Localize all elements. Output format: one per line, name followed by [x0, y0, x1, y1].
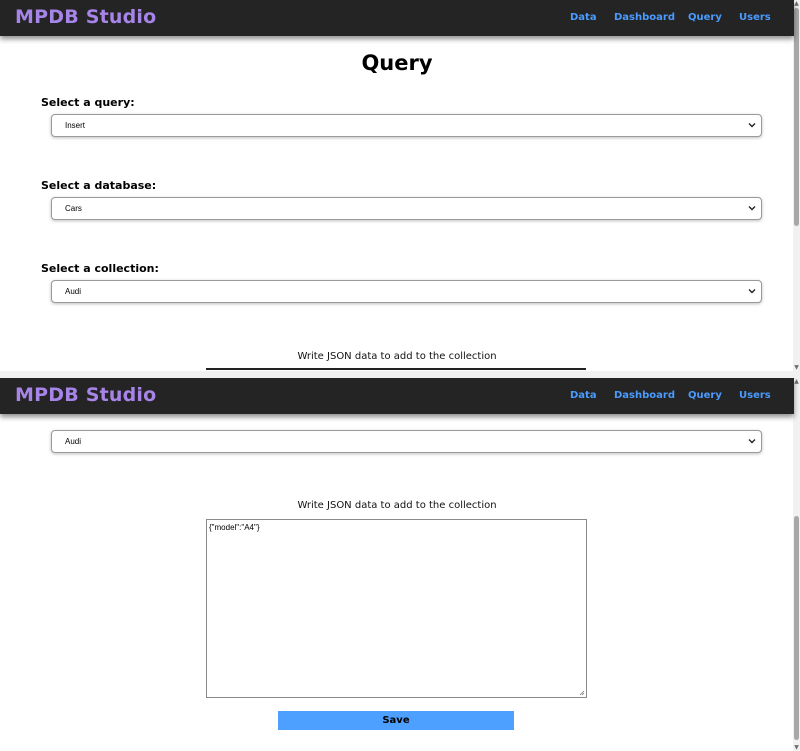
- scroll-down-icon[interactable]: ▼: [793, 364, 800, 371]
- collection-select-value: Audi: [65, 287, 82, 296]
- nav-link-dashboard[interactable]: Dashboard: [614, 12, 675, 23]
- chevron-down-icon: [748, 123, 756, 128]
- query-select[interactable]: Insert: [51, 114, 762, 137]
- database-select[interactable]: Cars: [51, 197, 762, 220]
- viewport-bottom: MPDB Studio Data Dashboard Query Users A…: [0, 378, 800, 751]
- page-title: Query: [361, 51, 433, 75]
- query-select-value: Insert: [65, 121, 86, 130]
- collection-select[interactable]: Audi: [51, 430, 762, 453]
- chevron-down-icon: [748, 206, 756, 211]
- nav-link-data[interactable]: Data: [570, 390, 597, 401]
- scroll-up-icon[interactable]: ▲: [793, 378, 800, 385]
- collection-select-value: Audi: [65, 437, 82, 446]
- navbar: MPDB Studio Data Dashboard Query Users: [0, 378, 794, 414]
- nav-link-users[interactable]: Users: [739, 390, 771, 401]
- nav-link-query[interactable]: Query: [688, 12, 722, 23]
- scroll-down-icon[interactable]: ▼: [793, 744, 800, 751]
- query-label: Select a query:: [41, 96, 135, 109]
- json-textarea-top-edge[interactable]: [206, 368, 586, 370]
- chevron-down-icon: [748, 439, 756, 444]
- scroll-up-icon[interactable]: ▲: [793, 0, 800, 7]
- json-textarea-value: {"model":"A4"}: [209, 523, 260, 532]
- viewport-top: MPDB Studio Data Dashboard Query Users Q…: [0, 0, 800, 371]
- brand-logo[interactable]: MPDB Studio: [15, 6, 156, 28]
- scrollbar[interactable]: ▲ ▼: [793, 0, 800, 371]
- screenshot-divider: [0, 371, 800, 378]
- nav-link-users[interactable]: Users: [739, 12, 771, 23]
- resize-grip-icon[interactable]: [579, 690, 585, 696]
- chevron-down-icon: [748, 289, 756, 294]
- brand-logo[interactable]: MPDB Studio: [15, 384, 156, 406]
- json-textarea[interactable]: {"model":"A4"}: [206, 519, 587, 698]
- save-button[interactable]: Save: [278, 711, 514, 730]
- nav-link-dashboard[interactable]: Dashboard: [614, 390, 675, 401]
- nav-link-data[interactable]: Data: [570, 12, 597, 23]
- scrollbar-thumb[interactable]: [794, 8, 799, 226]
- database-select-value: Cars: [65, 204, 82, 213]
- collection-select[interactable]: Audi: [51, 280, 762, 303]
- scrollbar-thumb[interactable]: [794, 516, 799, 740]
- database-label: Select a database:: [41, 179, 157, 192]
- navbar: MPDB Studio Data Dashboard Query Users: [0, 0, 794, 36]
- nav-link-query[interactable]: Query: [688, 390, 722, 401]
- textarea-caption: Write JSON data to add to the collection: [297, 500, 497, 511]
- collection-label: Select a collection:: [41, 262, 159, 275]
- scrollbar[interactable]: ▲ ▼: [793, 378, 800, 751]
- textarea-caption: Write JSON data to add to the collection: [297, 351, 497, 362]
